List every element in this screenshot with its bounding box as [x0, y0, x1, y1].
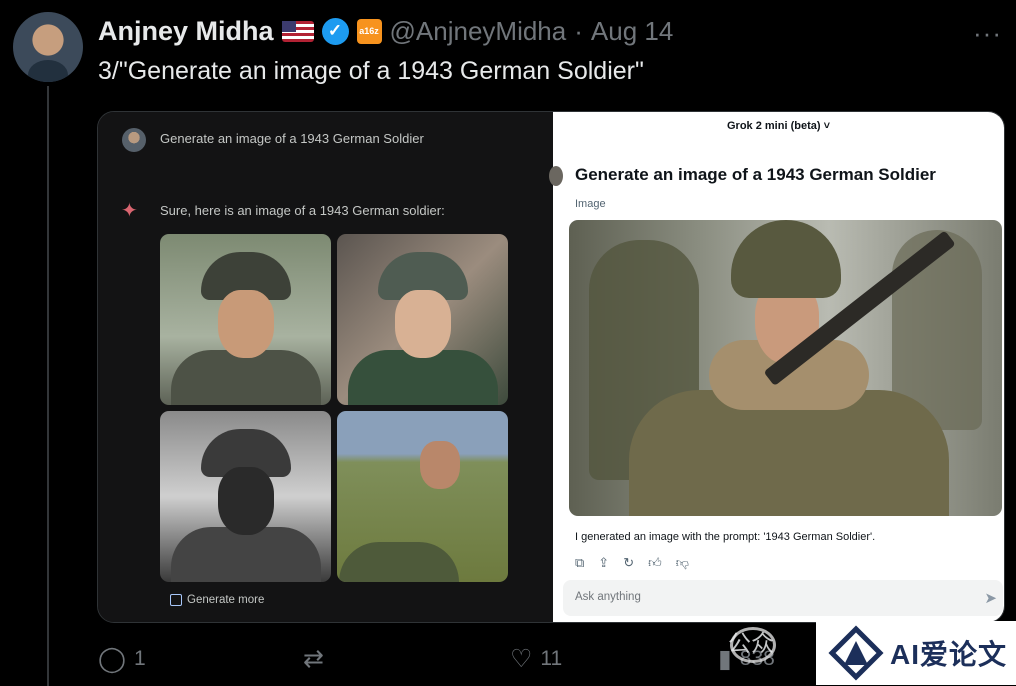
- reply-button[interactable]: ◯ 1: [98, 644, 146, 674]
- watermark: AI爱论文: [816, 621, 1016, 685]
- send-icon[interactable]: ➤: [984, 589, 997, 607]
- gemini-image-1[interactable]: [160, 234, 331, 405]
- share-icon[interactable]: ⇪: [598, 555, 609, 571]
- watermark-channel-text: 公众: [728, 630, 774, 656]
- tweet-media[interactable]: Generate an image of a 1943 German Soldi…: [97, 111, 1005, 623]
- watermark-brand: AI爱论文: [890, 639, 1008, 670]
- grok-model-selector[interactable]: Grok 2 mini (beta) ˅: [553, 120, 1004, 132]
- tweet-date[interactable]: Aug 14: [591, 16, 673, 47]
- tweet-header: Anjney Midha ✓ a16z @AnjneyMidha · Aug 1…: [98, 14, 673, 48]
- avatar[interactable]: [13, 12, 83, 82]
- grok-user-avatar: [549, 166, 563, 186]
- reply-count: 1: [133, 647, 146, 670]
- gemini-reply: Sure, here is an image of a 1943 German …: [160, 203, 445, 218]
- gemini-image-4[interactable]: [337, 411, 508, 582]
- grok-pane: Grok 2 mini (beta) ˅ Generate an image o…: [549, 112, 1004, 622]
- author-name[interactable]: Anjney Midha: [98, 16, 274, 47]
- gemini-pane: Generate an image of a 1943 German Soldi…: [98, 112, 553, 622]
- grok-image-label: Image: [575, 198, 606, 210]
- generate-more-button[interactable]: Generate more: [187, 594, 264, 606]
- like-icon: ♡: [510, 645, 533, 673]
- repost-button[interactable]: ⇄: [303, 644, 332, 674]
- grok-prompt: Generate an image of a 1943 German Soldi…: [575, 165, 936, 184]
- regenerate-icon[interactable]: ↻: [623, 555, 634, 571]
- grok-generated-image[interactable]: [569, 220, 1002, 516]
- author-handle[interactable]: @AnjneyMidha: [390, 16, 567, 47]
- grok-reply: I generated an image with the prompt: '1…: [575, 531, 876, 543]
- copy-icon[interactable]: ⧉: [575, 555, 584, 571]
- tweet-text: 3/"Generate an image of a 1943 German So…: [98, 57, 644, 85]
- tweet-action-bar: ◯ 1 ⇄ ♡ 11 ▮ 838: [98, 644, 818, 678]
- grok-action-bar: ⧉ ⇪ ↻ 👍︎ 👎︎: [575, 555, 689, 571]
- separator-dot: ·: [574, 15, 583, 46]
- more-icon[interactable]: ···: [973, 18, 1002, 49]
- thumbs-down-icon[interactable]: 👎︎: [676, 555, 689, 571]
- gemini-spark-icon: ✦: [121, 200, 138, 222]
- gemini-image-2[interactable]: [337, 234, 508, 405]
- reply-icon: ◯: [98, 645, 126, 673]
- gemini-image-3[interactable]: [160, 411, 331, 582]
- gemini-image-grid: [160, 234, 508, 582]
- generate-more-icon[interactable]: [170, 594, 182, 606]
- repost-icon: ⇄: [303, 645, 324, 673]
- gemini-user-avatar: [122, 128, 146, 152]
- gemini-prompt: Generate an image of a 1943 German Soldi…: [160, 131, 424, 146]
- thread-line: [47, 86, 49, 686]
- grok-input[interactable]: Ask anything ➤: [563, 580, 1003, 616]
- like-button[interactable]: ♡ 11: [510, 644, 562, 674]
- a16z-icon[interactable]: a16z: [356, 18, 382, 44]
- watermark-logo-icon: [828, 625, 884, 681]
- us-flag-icon: [281, 20, 314, 42]
- thumbs-up-icon[interactable]: 👍︎: [648, 555, 662, 571]
- verified-badge-icon[interactable]: ✓: [321, 17, 349, 45]
- like-count: 11: [540, 647, 563, 670]
- grok-input-placeholder: Ask anything: [575, 591, 641, 603]
